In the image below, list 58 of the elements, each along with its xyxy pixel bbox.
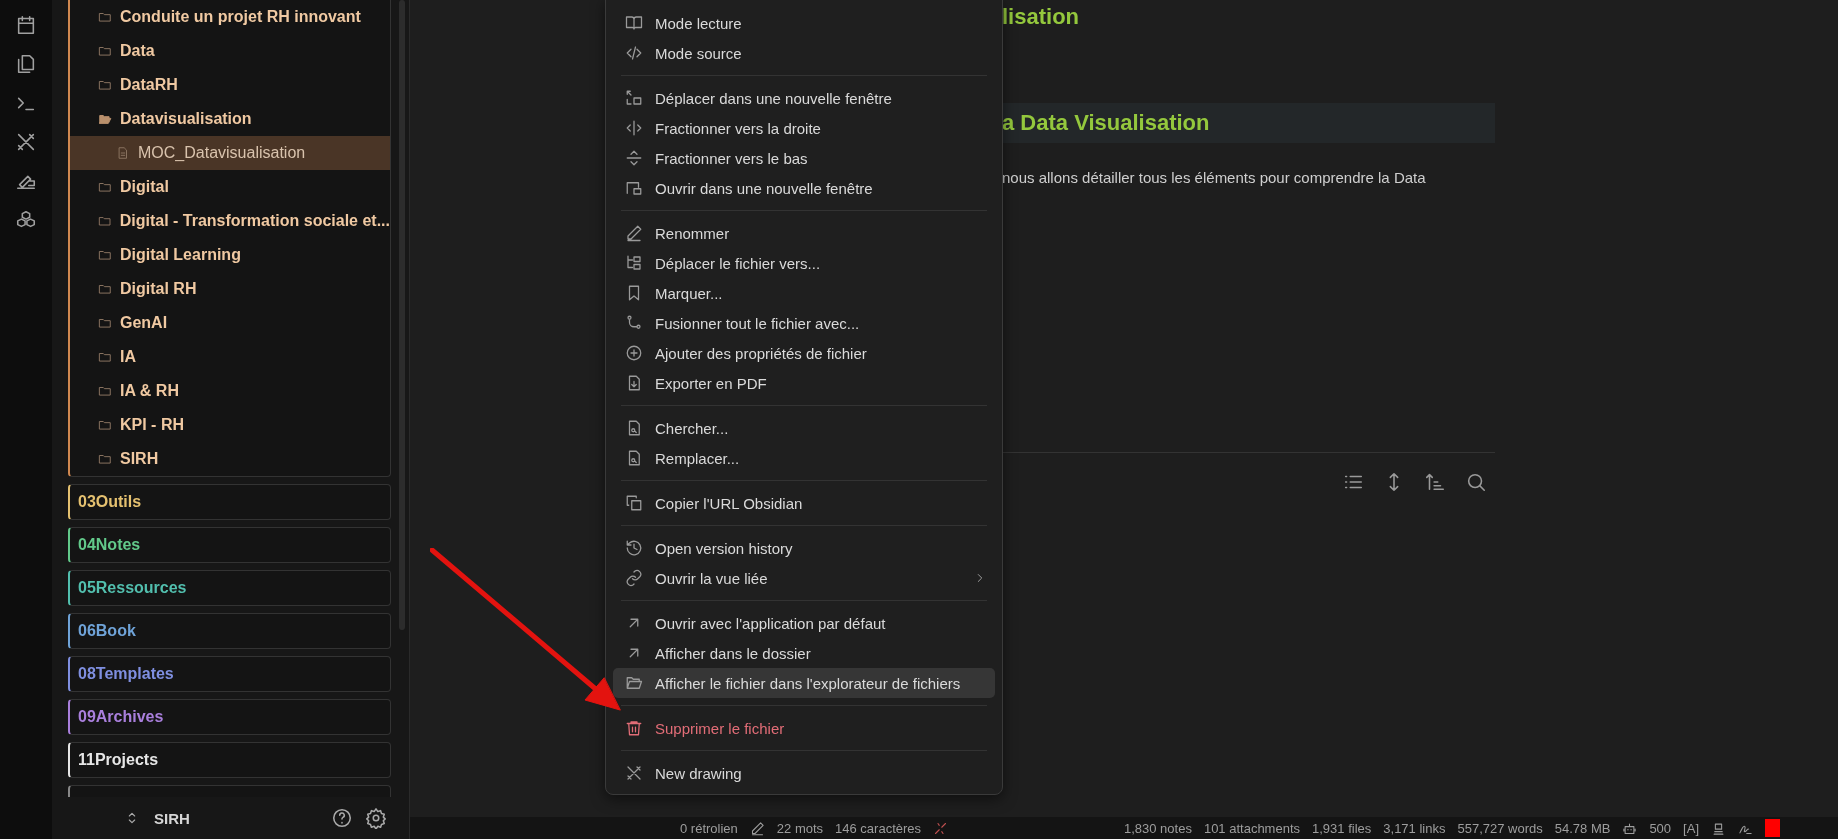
- menu-item[interactable]: Copier l'URL Obsidian: [613, 488, 995, 518]
- folder-item[interactable]: Data: [70, 34, 390, 68]
- menu-item[interactable]: New drawing: [613, 758, 995, 788]
- menu-item[interactable]: Mode lecture: [613, 8, 995, 38]
- menu-item[interactable]: Chercher...: [613, 413, 995, 443]
- folder-card[interactable]: 06Book: [68, 613, 391, 649]
- menu-item[interactable]: Fusionner tout le fichier avec...: [613, 308, 995, 338]
- status-mode[interactable]: [A]: [1683, 820, 1699, 836]
- status-count: 500: [1649, 820, 1672, 836]
- menu-item[interactable]: Supprimer le fichier: [613, 713, 995, 743]
- menu-item[interactable]: Déplacer dans une nouvelle fenêtre: [613, 83, 995, 113]
- status-text: 22 mots: [776, 820, 824, 836]
- menu-item[interactable]: Remplacer...: [613, 443, 995, 473]
- folder-item[interactable]: Digital - Transformation sociale et...: [70, 204, 390, 238]
- menu-item[interactable]: Ouvrir la vue liée: [613, 563, 995, 593]
- folder-item[interactable]: IA & RH: [70, 374, 390, 408]
- folder-item[interactable]: GenAI: [70, 306, 390, 340]
- note-title: lisation: [1002, 4, 1080, 30]
- menu-item[interactable]: Déplacer le fichier vers...: [613, 248, 995, 278]
- status-text: 54.78 MB: [1554, 820, 1611, 836]
- folder-item[interactable]: Digital: [70, 170, 390, 204]
- folder-card[interactable]: 04Notes: [68, 527, 391, 563]
- menu-item[interactable]: Afficher dans le dossier: [613, 638, 995, 668]
- folder-item[interactable]: DataRH: [70, 68, 390, 102]
- menu-item[interactable]: Ajouter des propriétés de fichier: [613, 338, 995, 368]
- menu-item[interactable]: Ouvrir avec l'application par défaut: [613, 608, 995, 638]
- status-text: 3,171 links: [1383, 820, 1446, 836]
- menu-item[interactable]: Marquer...: [613, 278, 995, 308]
- folder-card[interactable]: 11Projects: [68, 742, 391, 778]
- note-heading: a Data Visualisation: [1002, 110, 1210, 136]
- file-item[interactable]: MOC_Datavisualisation: [70, 136, 390, 170]
- status-text: 146 caractères: [835, 820, 922, 836]
- menu-item[interactable]: Fractionner vers le bas: [613, 143, 995, 173]
- folder-item[interactable]: KPI - RH: [70, 408, 390, 442]
- menu-item[interactable]: Fractionner vers la droite: [613, 113, 995, 143]
- folder-card[interactable]: 03Outils: [68, 484, 391, 520]
- folder-card[interactable]: 09Archives: [68, 699, 391, 735]
- menu-item[interactable]: Ouvrir dans une nouvelle fenêtre: [613, 173, 995, 203]
- menu-item[interactable]: Afficher le fichier dans l'explorateur de fichiers: [613, 668, 995, 698]
- menu-item[interactable]: Renommer: [613, 218, 995, 248]
- status-text: 1,830 notes: [1123, 820, 1192, 836]
- folder-item[interactable]: Conduite un projet RH innovant: [70, 0, 390, 34]
- folder-item[interactable]: IA: [70, 340, 390, 374]
- menu-item[interactable]: Mode source: [613, 38, 995, 68]
- folder-card[interactable]: 05Ressources: [68, 570, 391, 606]
- status-text: 101 attachments: [1203, 820, 1301, 836]
- status-text: 0 rétrolien: [680, 820, 738, 836]
- folder-item[interactable]: Datavisualisation: [70, 102, 390, 136]
- menu-item[interactable]: Open version history: [613, 533, 995, 563]
- vault-switcher[interactable]: SIRH: [124, 809, 190, 827]
- folder-card[interactable]: 08Templates: [68, 656, 391, 692]
- status-text: 557,727 words: [1457, 820, 1543, 836]
- folder-item[interactable]: Digital Learning: [70, 238, 390, 272]
- note-paragraph: nous allons détailler tous les éléments pour comprendre la Data: [1002, 169, 1427, 186]
- folder-item[interactable]: SIRH: [70, 442, 390, 476]
- menu-item[interactable]: Exporter en PDF: [613, 368, 995, 398]
- folder-item[interactable]: Digital RH: [70, 272, 390, 306]
- status-text: 1,931 files: [1312, 820, 1372, 836]
